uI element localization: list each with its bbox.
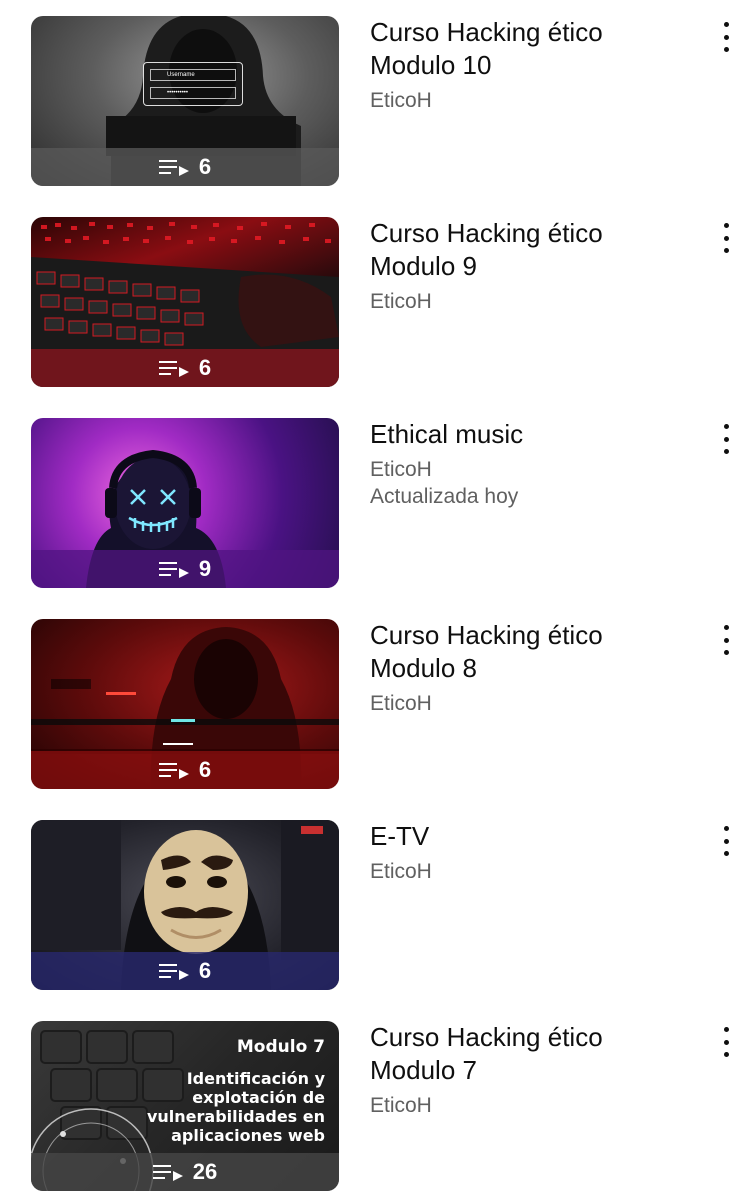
playlist-count-band: 26 [31,1153,339,1191]
title-line: Curso Hacking ético [370,17,603,47]
video-count: 9 [198,556,212,581]
title-line: Modulo 8 [370,653,477,683]
playlist-thumbnail[interactable]: Modulo 7 Identificación y explotación de… [31,1021,339,1191]
playlist-item[interactable]: Username •••••••••• 6 Curso Hacking étic… [0,0,756,190]
playlist-item[interactable]: 9 Ethical music EticoH Actualizada hoy [0,402,756,592]
playlist-item[interactable]: 6 E-TV EticoH [0,804,756,994]
playlist-thumbnail[interactable]: 6 [31,217,339,387]
video-count: 6 [198,154,212,179]
thumbnail-line: aplicaciones web [171,1126,325,1145]
playlist-icon [158,562,189,578]
playlist-item[interactable]: Modulo 7 Identificación y explotación de… [0,1005,756,1195]
more-vert-icon[interactable] [712,22,740,52]
playlist-title[interactable]: E-TV [370,820,690,853]
playlist-title[interactable]: Curso Hacking ético Modulo 9 [370,217,690,283]
playlist-title[interactable]: Curso Hacking ético Modulo 10 [370,16,690,82]
video-count: 6 [198,355,212,380]
playlist-title[interactable]: Ethical music [370,418,690,451]
playlist-count-band: 6 [31,349,339,387]
title-line: Modulo 10 [370,50,492,80]
playlist-count-band: 9 [31,550,339,588]
title-line: E-TV [370,821,430,851]
playlist-thumbnail[interactable]: 6 [31,619,339,789]
thumbnail-heading: Modulo 7 [236,1037,325,1057]
username-field: Username [150,69,236,81]
thumbnail-line: Identificación y [186,1069,325,1088]
video-count: 6 [198,757,212,782]
updated-label: Actualizada hoy [370,485,519,508]
playlist-thumbnail[interactable]: 9 [31,418,339,588]
channel-name: EticoH [370,1094,432,1117]
playlist-thumbnail[interactable]: 6 [31,820,339,990]
more-vert-icon[interactable] [712,625,740,655]
password-field: •••••••••• [150,87,236,99]
channel-name: EticoH [370,290,432,313]
channel-name: EticoH [370,458,432,481]
playlist-icon [158,160,189,176]
title-line: Curso Hacking ético [370,620,603,650]
more-vert-icon[interactable] [712,424,740,454]
more-vert-icon[interactable] [712,826,740,856]
playlist-item[interactable]: 6 Curso Hacking ético Modulo 8 EticoH [0,603,756,793]
video-count: 6 [198,958,212,983]
title-line: Modulo 9 [370,251,477,281]
video-count: 26 [192,1159,218,1184]
playlist-icon [152,1165,183,1181]
playlist-count-band: 6 [31,952,339,990]
title-line: Ethical music [370,419,524,449]
channel-name: EticoH [370,89,432,112]
channel-name: EticoH [370,692,432,715]
playlist-item[interactable]: 6 Curso Hacking ético Modulo 9 EticoH [0,201,756,391]
thumbnail-description: Identificación y explotación de vulnerab… [147,1069,325,1145]
thumbnail-line: explotación de [192,1088,325,1107]
login-box: Username •••••••••• [143,62,243,106]
more-vert-icon[interactable] [712,1027,740,1057]
title-line: Modulo 7 [370,1055,477,1085]
more-vert-icon[interactable] [712,223,740,253]
title-line: Curso Hacking ético [370,1022,603,1052]
playlist-icon [158,361,189,377]
playlist-count-band: 6 [31,751,339,789]
playlist-icon [158,964,189,980]
playlist-count-band: 6 [31,148,339,186]
playlist-thumbnail[interactable]: Username •••••••••• 6 [31,16,339,186]
playlist-title[interactable]: Curso Hacking ético Modulo 7 [370,1021,690,1087]
playlist-icon [158,763,189,779]
playlist-title[interactable]: Curso Hacking ético Modulo 8 [370,619,690,685]
channel-name: EticoH [370,860,432,883]
title-line: Curso Hacking ético [370,218,603,248]
thumbnail-line: vulnerabilidades en [146,1107,325,1126]
